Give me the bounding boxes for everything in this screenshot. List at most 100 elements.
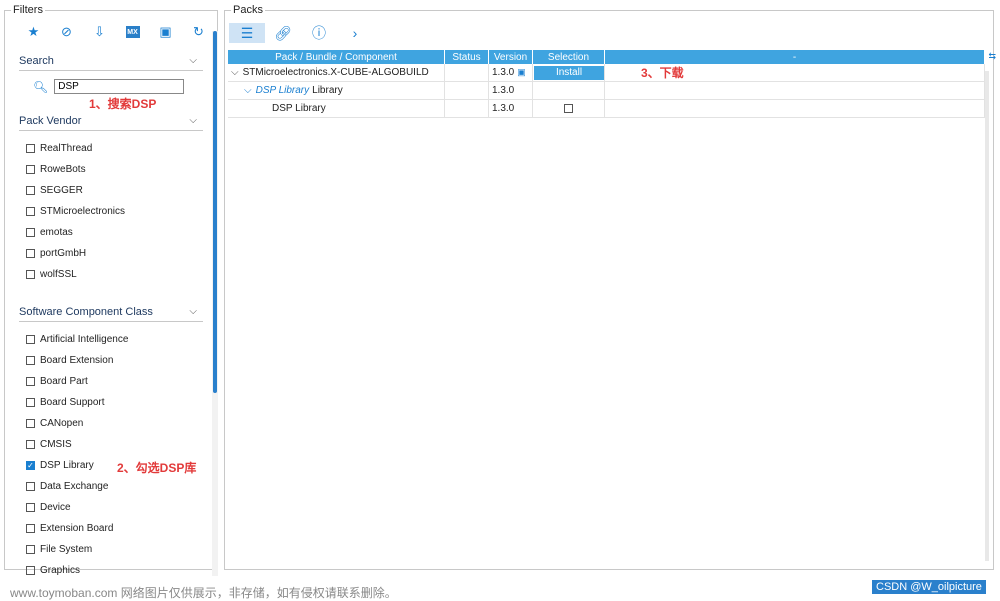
checkbox-item[interactable]: RoweBots [26, 159, 125, 180]
pack-vendor-header[interactable]: Pack Vendor ⌵ [19, 115, 203, 131]
checkbox-item[interactable]: Board Support [26, 392, 128, 413]
checkbox-item[interactable]: Graphics [26, 560, 128, 581]
extra-cell: 3、下载 [605, 64, 985, 81]
checkbox-label: Device [40, 502, 71, 513]
table-row[interactable]: DSP Library 1.3.0 [228, 100, 985, 118]
chevron-right-icon[interactable]: › [337, 23, 373, 43]
install-button[interactable]: Install [534, 65, 604, 80]
packs-table: Pack / Bundle / Component Status Version… [228, 50, 985, 118]
refresh-icon[interactable]: ⇆ [988, 51, 996, 62]
search-input[interactable] [54, 79, 185, 94]
bundle-name-suffix: Library [312, 85, 343, 96]
filters-scrollbar[interactable] [213, 31, 217, 393]
filters-title: Filters [11, 4, 45, 16]
checkbox-item[interactable]: STMicroelectronics [26, 201, 125, 222]
checkbox[interactable] [26, 186, 35, 195]
checkbox-label: STMicroelectronics [40, 206, 126, 217]
col-selection[interactable]: Selection [533, 50, 605, 64]
checkbox-item[interactable]: ✓ DSP Library [26, 455, 128, 476]
search-section-header[interactable]: Search ⌵ [19, 55, 203, 71]
vendor-list: RealThread RoweBots SEGGER STMicroelectroni… [26, 138, 125, 285]
checkbox[interactable] [26, 398, 35, 407]
checkbox-label: Board Part [40, 376, 88, 387]
checkbox-label: DSP Library [40, 460, 94, 471]
checkbox-label: Graphics [40, 565, 81, 576]
checkbox[interactable] [26, 165, 35, 174]
col-extra[interactable]: - [605, 50, 985, 64]
checkbox-item[interactable]: Artificial Intelligence [26, 329, 128, 350]
annotation-step2: 2、勾选DSP库 [117, 461, 197, 475]
status-cell [445, 64, 489, 81]
checkbox-item[interactable]: Device [26, 497, 128, 518]
col-pack[interactable]: Pack / Bundle / Component [228, 50, 445, 64]
chevron-down-icon[interactable]: ⌵ [189, 306, 197, 317]
version-cell: 1.3.0 [489, 82, 533, 99]
chevron-down-icon[interactable]: ⌵ [244, 85, 252, 96]
packs-scrollbar[interactable] [985, 71, 989, 561]
checkbox[interactable] [26, 228, 35, 237]
info-icon[interactable]: ⓘ [301, 23, 337, 43]
table-row[interactable]: ⌵ DSP Library Library 1.3.0 [228, 82, 985, 100]
list-settings-icon[interactable]: ☰ [229, 23, 265, 43]
table-row[interactable]: ⌵ STMicroelectronics.X-CUBE-ALGOBUILD 1.… [228, 64, 985, 82]
packs-panel: Packs ☰ 🔗︎ ⓘ › Pack / Bundle / Component… [224, 4, 996, 570]
dropdown-icon[interactable]: ▣ [517, 67, 526, 78]
chevron-down-icon[interactable]: ⌵ [189, 55, 197, 66]
checkbox-item[interactable]: Board Part [26, 371, 128, 392]
checkbox-item[interactable]: SEGGER [26, 180, 125, 201]
checkbox[interactable] [26, 524, 35, 533]
checkbox-item[interactable]: Data Exchange [26, 476, 128, 497]
annotation-step1: 1、搜索DSP [89, 97, 157, 111]
checkbox[interactable] [26, 482, 35, 491]
checkbox-item[interactable]: emotas [26, 222, 125, 243]
component-checkbox[interactable] [564, 104, 573, 113]
checkbox-item[interactable]: CANopen [26, 413, 128, 434]
checkbox-item[interactable]: wolfSSL [26, 264, 125, 285]
component-class-header[interactable]: Software Component Class ⌵ [19, 306, 203, 322]
pack-vendor-label: Pack Vendor [19, 115, 82, 127]
checkbox[interactable] [26, 356, 35, 365]
link-icon[interactable]: 🔗︎ [265, 23, 301, 43]
packs-title: Packs [231, 4, 265, 16]
checkbox-item[interactable]: File System [26, 539, 128, 560]
checkbox-item[interactable]: portGmbH [26, 243, 125, 264]
checkbox[interactable] [26, 335, 35, 344]
search-label: Search [19, 55, 54, 67]
chevron-down-icon[interactable]: ⌵ [189, 115, 197, 126]
checkbox[interactable] [26, 503, 35, 512]
version-cell: 1.3.0 ▣ [489, 64, 533, 81]
filters-toolbar: ★ ⊘ ⇩ MX ▣ ↻ [17, 23, 215, 41]
checkbox-item[interactable]: Extension Board [26, 518, 128, 539]
install-icon[interactable]: ⇩ [83, 23, 116, 41]
col-version[interactable]: Version [489, 50, 533, 64]
checkbox[interactable] [26, 566, 35, 575]
version-value: 1.3.0 [492, 67, 515, 78]
refresh-icon[interactable]: ↻ [182, 23, 215, 41]
chevron-down-icon[interactable]: ⌵ [231, 67, 239, 78]
checkbox[interactable] [26, 545, 35, 554]
checkbox-item[interactable]: CMSIS [26, 434, 128, 455]
packs-toolbar: ☰ 🔗︎ ⓘ › [229, 23, 373, 43]
col-status[interactable]: Status [445, 50, 489, 64]
component-class-label: Software Component Class [19, 306, 153, 318]
checkbox[interactable]: ✓ [26, 461, 35, 470]
checkbox-item[interactable]: RealThread [26, 138, 125, 159]
chip-icon[interactable]: ▣ [149, 23, 182, 41]
checkbox-label: Data Exchange [40, 481, 109, 492]
pack-name-cell: ⌵ STMicroelectronics.X-CUBE-ALGOBUILD [228, 64, 445, 81]
checkbox-item[interactable]: Board Extension [26, 350, 128, 371]
checkbox-label: Artificial Intelligence [40, 334, 129, 345]
class-list: Artificial Intelligence Board Extension Bo… [26, 329, 128, 581]
checkbox[interactable] [26, 207, 35, 216]
checkbox[interactable] [26, 377, 35, 386]
checkbox[interactable] [26, 249, 35, 258]
checkbox[interactable] [26, 440, 35, 449]
checkbox[interactable] [26, 144, 35, 153]
bundle-name-italic: DSP Library [255, 85, 310, 96]
star-icon[interactable]: ★ [17, 23, 50, 41]
mx-icon[interactable]: MX [116, 23, 149, 41]
check-circle-icon[interactable]: ⊘ [50, 23, 83, 41]
checkbox[interactable] [26, 419, 35, 428]
checkbox[interactable] [26, 270, 35, 279]
checkbox-label: CANopen [40, 418, 84, 429]
